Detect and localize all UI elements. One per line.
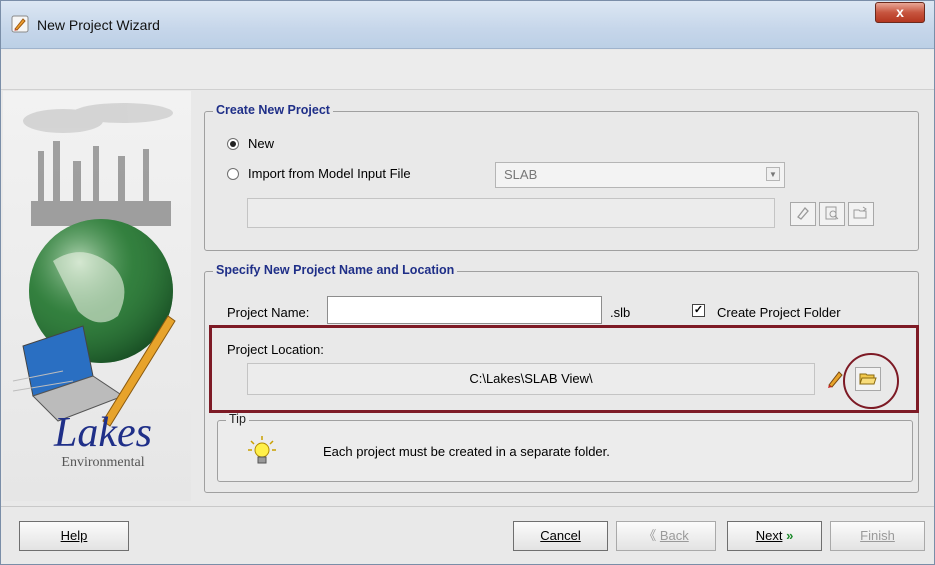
chevron-down-icon[interactable]: ▼ (766, 167, 780, 181)
back-label: Back (659, 528, 689, 543)
project-extension-label: .slb (610, 305, 631, 320)
logo-text: Lakes (54, 410, 152, 456)
location-highlight-box (209, 325, 919, 413)
radio-new-indicator[interactable] (227, 137, 239, 150)
footer-bar: Help Cancel 《 Back Next » Finish (1, 506, 934, 564)
radio-new-label: New (248, 136, 275, 151)
header-banner (1, 50, 934, 90)
browse-highlight-circle (843, 353, 899, 409)
clear-path-button[interactable] (790, 202, 816, 226)
next-label: Next (755, 528, 783, 543)
preview-icon (824, 205, 840, 224)
lakes-logo: Lakes Environmental (33, 411, 173, 471)
create-project-group: Create New Project New Import from Model… (204, 103, 919, 251)
preview-file-button[interactable] (819, 202, 845, 226)
radio-import[interactable]: Import from Model Input File (227, 166, 411, 181)
chevron-left-icon: 《 (643, 528, 657, 543)
window-title: New Project Wizard (37, 17, 160, 33)
project-name-input[interactable] (327, 296, 602, 324)
finish-label: Finish (860, 528, 895, 543)
create-project-legend: Create New Project (213, 103, 333, 117)
create-folder-label: Create Project Folder (717, 305, 841, 320)
project-name-label: Project Name: (227, 305, 310, 320)
close-icon: x (896, 4, 904, 20)
cancel-label: Cancel (540, 528, 581, 543)
logo-subtext: Environmental (61, 455, 145, 470)
radio-import-label: Import from Model Input File (248, 166, 411, 181)
eraser-icon (795, 205, 811, 224)
help-label: Help (60, 528, 88, 543)
open-folder-icon (853, 205, 869, 224)
model-select[interactable]: SLAB ▼ (495, 162, 785, 188)
tip-box: Tip Each project must be created in a se… (217, 412, 913, 482)
wizard-window: New Project Wizard x Lakes Environmental… (0, 0, 935, 565)
back-button[interactable]: 《 Back (616, 521, 716, 551)
title-bar: New Project Wizard x (1, 1, 934, 49)
tip-text: Each project must be created in a separa… (323, 444, 610, 459)
model-select-value: SLAB (504, 167, 538, 182)
help-button[interactable]: Help (19, 521, 129, 551)
cancel-button[interactable]: Cancel (513, 521, 608, 551)
radio-new[interactable]: New (227, 136, 274, 151)
next-button[interactable]: Next » (727, 521, 822, 551)
import-file-path-field (247, 198, 775, 228)
create-folder-checkbox[interactable]: ✓ (692, 304, 705, 317)
app-pencil-icon (11, 15, 29, 33)
finish-button[interactable]: Finish (830, 521, 925, 551)
name-location-legend: Specify New Project Name and Location (213, 263, 458, 277)
sidebar-artwork: Lakes Environmental (3, 91, 191, 501)
chevron-right-icon: » (786, 528, 794, 543)
browse-import-button[interactable] (848, 202, 874, 226)
tip-legend: Tip (226, 412, 249, 426)
lightbulb-icon (248, 435, 276, 470)
radio-import-indicator[interactable] (227, 167, 239, 180)
close-button[interactable]: x (875, 2, 925, 23)
